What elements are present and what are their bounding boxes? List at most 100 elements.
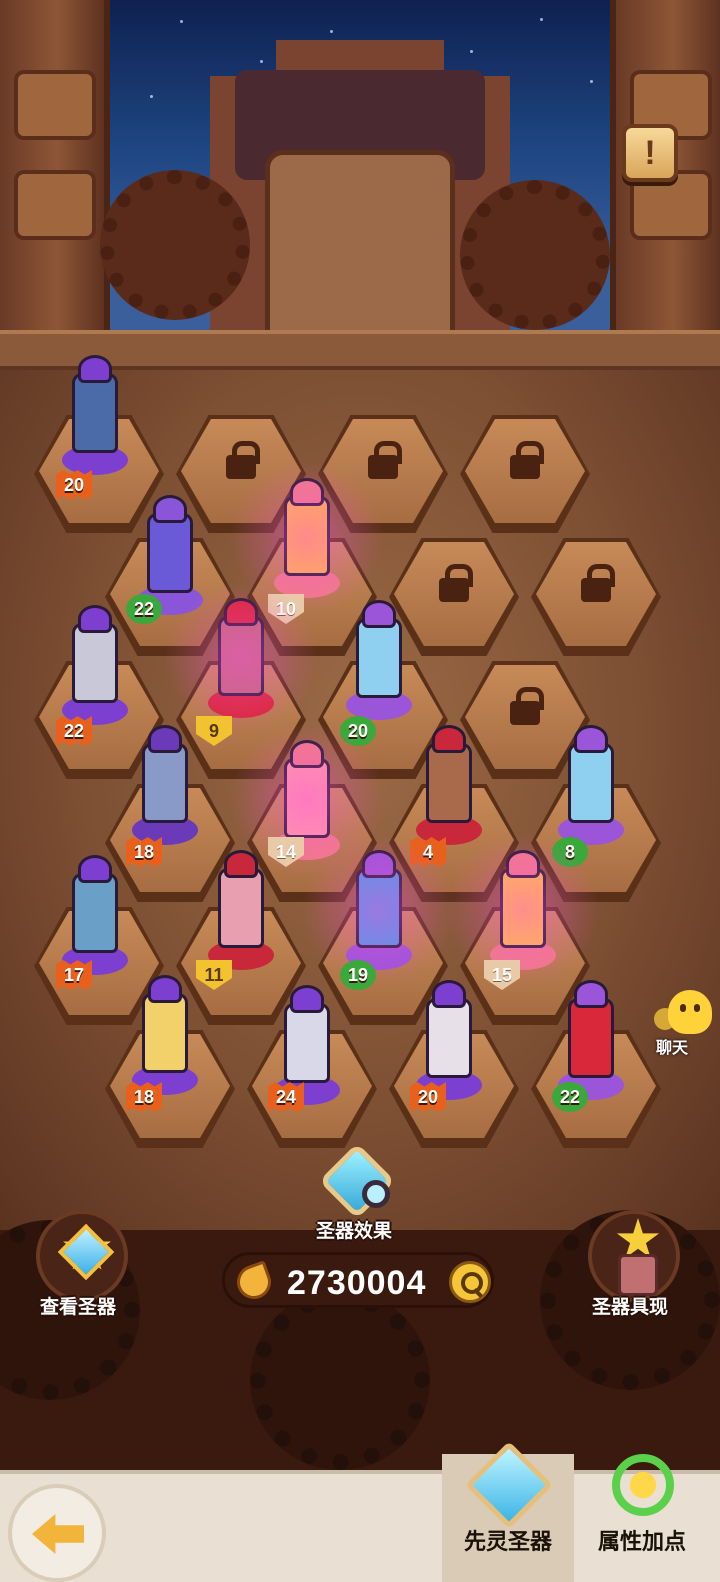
relic-crest: [432, 980, 466, 1008]
relic-crest: [78, 855, 112, 883]
relic-item[interactable]: [546, 725, 636, 845]
star: [540, 18, 543, 21]
lock-icon: [226, 441, 260, 479]
view-relics-label: 查看圣器: [40, 1297, 117, 1318]
relic-crest: [224, 598, 258, 626]
relic-body: [356, 868, 402, 948]
level-badge: 20: [410, 1082, 446, 1112]
back-arrow-icon: [32, 1514, 84, 1554]
level-badge: 24: [268, 1082, 304, 1112]
level-badge: 22: [56, 716, 92, 746]
relic-crest: [362, 600, 396, 628]
relic-body: [147, 513, 193, 593]
star: [330, 30, 333, 33]
lock-icon: [510, 687, 544, 725]
magnifier-icon: [362, 1180, 390, 1208]
star: [590, 80, 593, 83]
relic-crest: [290, 740, 324, 768]
gear-decoration: [460, 180, 610, 330]
relic-body: [356, 618, 402, 698]
relic-item[interactable]: [546, 980, 636, 1100]
relic-body: [568, 743, 614, 823]
relic-manifest-label: 圣器具现: [592, 1297, 669, 1318]
lock-icon: [510, 441, 544, 479]
relic-item[interactable]: [50, 355, 140, 475]
relic-crest: [574, 725, 608, 753]
relic-crest: [148, 725, 182, 753]
currency-amount: 2730004: [287, 1264, 427, 1302]
tab-label: 属性加点: [597, 1529, 686, 1554]
level-badge: 17: [56, 960, 92, 990]
currency-bar: 2730004: [222, 1252, 494, 1308]
star: [150, 95, 153, 98]
attribute-ring-icon: [612, 1454, 674, 1516]
totem-face: [14, 70, 96, 140]
relic-body: [426, 998, 472, 1078]
relic-body: [284, 1003, 330, 1083]
relic-item[interactable]: [166, 578, 316, 738]
relic-crest: [224, 850, 258, 878]
totem-icon: [618, 1254, 658, 1296]
totem-face: [14, 170, 96, 240]
relic-body: [500, 868, 546, 948]
back-button[interactable]: [8, 1484, 106, 1582]
lock-icon: [368, 441, 402, 479]
relic-frame-icon: [318, 1142, 396, 1220]
relic-item[interactable]: [448, 830, 598, 990]
relic-crest: [362, 850, 396, 878]
star: [470, 50, 473, 53]
relic-gem-icon: [465, 1441, 553, 1529]
relic-item[interactable]: [50, 855, 140, 975]
relic-item[interactable]: [120, 725, 210, 845]
temple-gate: [265, 150, 455, 340]
relic-item[interactable]: [50, 605, 140, 725]
relic-crest: [148, 975, 182, 1003]
relic-body: [142, 993, 188, 1073]
relic-body: [568, 998, 614, 1078]
relic-crest: [78, 355, 112, 383]
relic-gem-icon: [57, 1223, 115, 1281]
star: [260, 60, 263, 63]
tab-label: 先灵圣器: [463, 1529, 552, 1554]
relic-crest: [153, 495, 187, 523]
chat-label: 聊天: [656, 1040, 689, 1057]
scroll-exclamation-icon[interactable]: !: [622, 124, 678, 182]
relic-crest: [78, 605, 112, 633]
lock-icon: [439, 564, 473, 602]
level-badge: 20: [56, 470, 92, 500]
view-relics-button[interactable]: [36, 1210, 128, 1302]
relic-body: [72, 873, 118, 953]
relic-manifest-button[interactable]: [588, 1210, 680, 1302]
relic-crest: [432, 725, 466, 753]
relic-body: [142, 743, 188, 823]
relic-body: [72, 373, 118, 453]
relic-body: [426, 743, 472, 823]
relic-body: [72, 623, 118, 703]
gear-decoration: [100, 170, 250, 320]
relic-item[interactable]: [404, 980, 494, 1100]
relic-crest: [574, 980, 608, 1008]
relic-effect-label: 圣器效果: [316, 1221, 393, 1242]
tab-attributes[interactable]: 属性加点: [576, 1454, 708, 1582]
relic-body: [284, 496, 330, 576]
lock-icon: [581, 564, 615, 602]
relic-crest: [290, 985, 324, 1013]
relic-body: [218, 868, 264, 948]
relic-body: [284, 758, 330, 838]
smiley-icon: [668, 990, 712, 1034]
tab-relics[interactable]: 先灵圣器: [442, 1441, 574, 1582]
relic-item[interactable]: [304, 830, 454, 990]
relic-item[interactable]: [120, 975, 210, 1095]
chat-button[interactable]: 聊天: [654, 990, 714, 1060]
relic-body: [218, 616, 264, 696]
arm-strength-icon: [232, 1260, 276, 1304]
relic-item[interactable]: [404, 725, 494, 845]
relic-crest: [290, 478, 324, 506]
relic-item[interactable]: [232, 458, 382, 618]
star: [180, 20, 183, 23]
level-badge: 18: [126, 1082, 162, 1112]
relic-item[interactable]: [334, 600, 424, 720]
magnifier-icon[interactable]: [449, 1261, 491, 1303]
bottom-nav: 先灵圣器 属性加点: [0, 1441, 720, 1582]
relic-item[interactable]: [196, 850, 286, 970]
